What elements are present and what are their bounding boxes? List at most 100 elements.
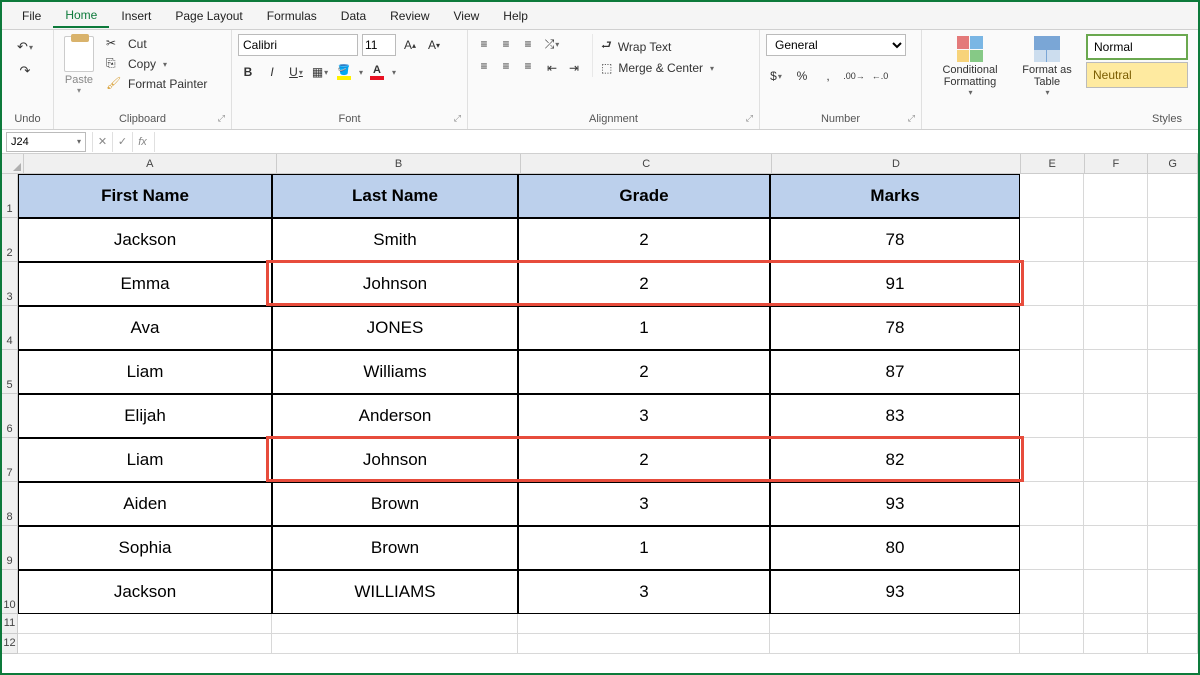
- cell-A8[interactable]: Aiden: [18, 482, 272, 526]
- cell-D4[interactable]: 78: [770, 306, 1020, 350]
- row-header-10[interactable]: 10: [2, 570, 18, 614]
- row-header-8[interactable]: 8: [2, 482, 18, 526]
- cell-C10[interactable]: 3: [518, 570, 770, 614]
- formula-input[interactable]: [154, 132, 1198, 152]
- cell-F5[interactable]: [1084, 350, 1148, 394]
- menu-page-layout[interactable]: Page Layout: [163, 5, 254, 27]
- cell-D9[interactable]: 80: [770, 526, 1020, 570]
- cell-D5[interactable]: 87: [770, 350, 1020, 394]
- cell-F2[interactable]: [1084, 218, 1148, 262]
- menu-insert[interactable]: Insert: [109, 5, 163, 27]
- launcher-icon[interactable]: ⤢: [454, 113, 461, 124]
- decrease-decimal-button[interactable]: ←.0: [870, 66, 890, 86]
- cell-F11[interactable]: [1084, 614, 1148, 634]
- cell-G6[interactable]: [1148, 394, 1198, 438]
- cell-style-neutral[interactable]: Neutral: [1086, 62, 1188, 88]
- borders-button[interactable]: ▦▾: [310, 62, 330, 82]
- underline-button[interactable]: U▾: [286, 62, 306, 82]
- cell-C5[interactable]: 2: [518, 350, 770, 394]
- orientation-button[interactable]: ⤮▾: [542, 34, 562, 54]
- cell-D1[interactable]: Marks: [770, 174, 1020, 218]
- enter-icon[interactable]: ✓: [112, 132, 132, 152]
- align-bottom-button[interactable]: ≡: [518, 34, 538, 54]
- cell-D2[interactable]: 78: [770, 218, 1020, 262]
- menu-help[interactable]: Help: [491, 5, 540, 27]
- accounting-button[interactable]: $▾: [766, 66, 786, 86]
- redo-button[interactable]: ↷: [14, 62, 36, 80]
- cell-A7[interactable]: Liam: [18, 438, 272, 482]
- align-center-button[interactable]: ≡: [496, 56, 516, 76]
- cell-B3[interactable]: Johnson: [272, 262, 518, 306]
- select-all-corner[interactable]: [2, 154, 24, 173]
- cell-C2[interactable]: 2: [518, 218, 770, 262]
- cell-G12[interactable]: [1148, 634, 1198, 654]
- column-header-C[interactable]: C: [521, 154, 772, 173]
- number-format-select[interactable]: General: [766, 34, 906, 56]
- cell-D12[interactable]: [770, 634, 1020, 654]
- comma-button[interactable]: ,: [818, 66, 838, 86]
- cell-F7[interactable]: [1084, 438, 1148, 482]
- row-header-5[interactable]: 5: [2, 350, 18, 394]
- align-top-button[interactable]: ≡: [474, 34, 494, 54]
- cell-E4[interactable]: [1020, 306, 1084, 350]
- row-header-7[interactable]: 7: [2, 438, 18, 482]
- increase-indent-button[interactable]: ⇥: [564, 58, 584, 78]
- menu-file[interactable]: File: [10, 5, 53, 27]
- menu-view[interactable]: View: [442, 5, 492, 27]
- row-header-11[interactable]: 11: [2, 614, 18, 634]
- copy-button[interactable]: ⎘Copy▾: [106, 56, 207, 72]
- cell-A9[interactable]: Sophia: [18, 526, 272, 570]
- cell-A2[interactable]: Jackson: [18, 218, 272, 262]
- cell-B6[interactable]: Anderson: [272, 394, 518, 438]
- cell-C1[interactable]: Grade: [518, 174, 770, 218]
- bold-button[interactable]: B: [238, 62, 258, 82]
- cell-G5[interactable]: [1148, 350, 1198, 394]
- row-header-3[interactable]: 3: [2, 262, 18, 306]
- column-header-A[interactable]: A: [24, 154, 277, 173]
- fx-icon[interactable]: fx: [132, 132, 152, 152]
- cell-B2[interactable]: Smith: [272, 218, 518, 262]
- cell-G8[interactable]: [1148, 482, 1198, 526]
- fill-color-button[interactable]: 🪣: [334, 62, 354, 82]
- cell-F9[interactable]: [1084, 526, 1148, 570]
- cell-B12[interactable]: [272, 634, 518, 654]
- cell-E9[interactable]: [1020, 526, 1084, 570]
- decrease-indent-button[interactable]: ⇤: [542, 58, 562, 78]
- cell-F6[interactable]: [1084, 394, 1148, 438]
- cell-C9[interactable]: 1: [518, 526, 770, 570]
- cell-A11[interactable]: [18, 614, 272, 634]
- format-painter-button[interactable]: 🖌Format Painter: [106, 76, 207, 92]
- menu-data[interactable]: Data: [329, 5, 378, 27]
- cell-B4[interactable]: JONES: [272, 306, 518, 350]
- row-header-6[interactable]: 6: [2, 394, 18, 438]
- wrap-text-button[interactable]: ⮐Wrap Text: [601, 36, 714, 57]
- cell-A6[interactable]: Elijah: [18, 394, 272, 438]
- cell-C8[interactable]: 3: [518, 482, 770, 526]
- cell-E7[interactable]: [1020, 438, 1084, 482]
- cell-C3[interactable]: 2: [518, 262, 770, 306]
- cell-E10[interactable]: [1020, 570, 1084, 614]
- row-header-1[interactable]: 1: [2, 174, 18, 218]
- cell-G3[interactable]: [1148, 262, 1198, 306]
- cell-C4[interactable]: 1: [518, 306, 770, 350]
- paste-button[interactable]: Paste ▾: [60, 34, 98, 97]
- cell-D3[interactable]: 91: [770, 262, 1020, 306]
- increase-decimal-button[interactable]: .00→: [844, 66, 864, 86]
- conditional-formatting-button[interactable]: Conditional Formatting▾: [928, 34, 1012, 99]
- cell-B11[interactable]: [272, 614, 518, 634]
- cell-G11[interactable]: [1148, 614, 1198, 634]
- row-header-9[interactable]: 9: [2, 526, 18, 570]
- cell-B8[interactable]: Brown: [272, 482, 518, 526]
- cell-C11[interactable]: [518, 614, 770, 634]
- launcher-icon[interactable]: ⤢: [218, 113, 225, 124]
- font-color-button[interactable]: A: [367, 62, 387, 82]
- cell-D11[interactable]: [770, 614, 1020, 634]
- cell-A1[interactable]: First Name: [18, 174, 272, 218]
- cell-G10[interactable]: [1148, 570, 1198, 614]
- cell-E5[interactable]: [1020, 350, 1084, 394]
- cell-B9[interactable]: Brown: [272, 526, 518, 570]
- cell-E6[interactable]: [1020, 394, 1084, 438]
- cell-D8[interactable]: 93: [770, 482, 1020, 526]
- cell-E1[interactable]: [1020, 174, 1084, 218]
- launcher-icon[interactable]: ⤢: [746, 113, 753, 124]
